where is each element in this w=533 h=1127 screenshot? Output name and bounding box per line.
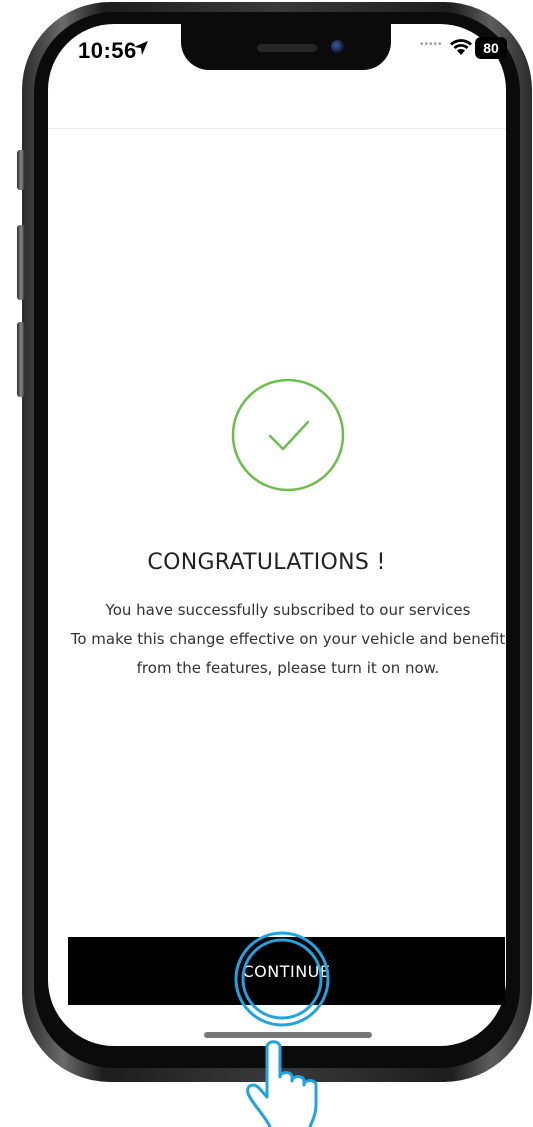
battery-icon: 80 bbox=[475, 37, 507, 59]
front-camera bbox=[331, 40, 344, 53]
tap-hand-icon bbox=[246, 1040, 318, 1127]
location-arrow-icon bbox=[134, 41, 148, 55]
success-message-line: You have successfully subscribed to our … bbox=[105, 601, 471, 619]
volume-down-button bbox=[17, 322, 25, 397]
mute-switch bbox=[17, 150, 25, 190]
check-circle-icon bbox=[231, 378, 345, 492]
success-message-line: To make this change effective on your ve… bbox=[70, 630, 506, 648]
wifi-icon bbox=[450, 39, 472, 55]
success-message-line: from the features, please turn it on now… bbox=[136, 659, 440, 677]
app-screen bbox=[48, 24, 506, 1046]
volume-up-button bbox=[17, 225, 25, 300]
status-time: 10:56 bbox=[78, 38, 137, 63]
congratulations-title: CONGRATULATIONS ! bbox=[147, 550, 386, 575]
speaker-grille bbox=[257, 44, 317, 52]
header-divider bbox=[48, 128, 506, 129]
tap-highlight-ring bbox=[234, 931, 330, 1027]
cellular-signal-icon: ••••• bbox=[420, 39, 443, 50]
